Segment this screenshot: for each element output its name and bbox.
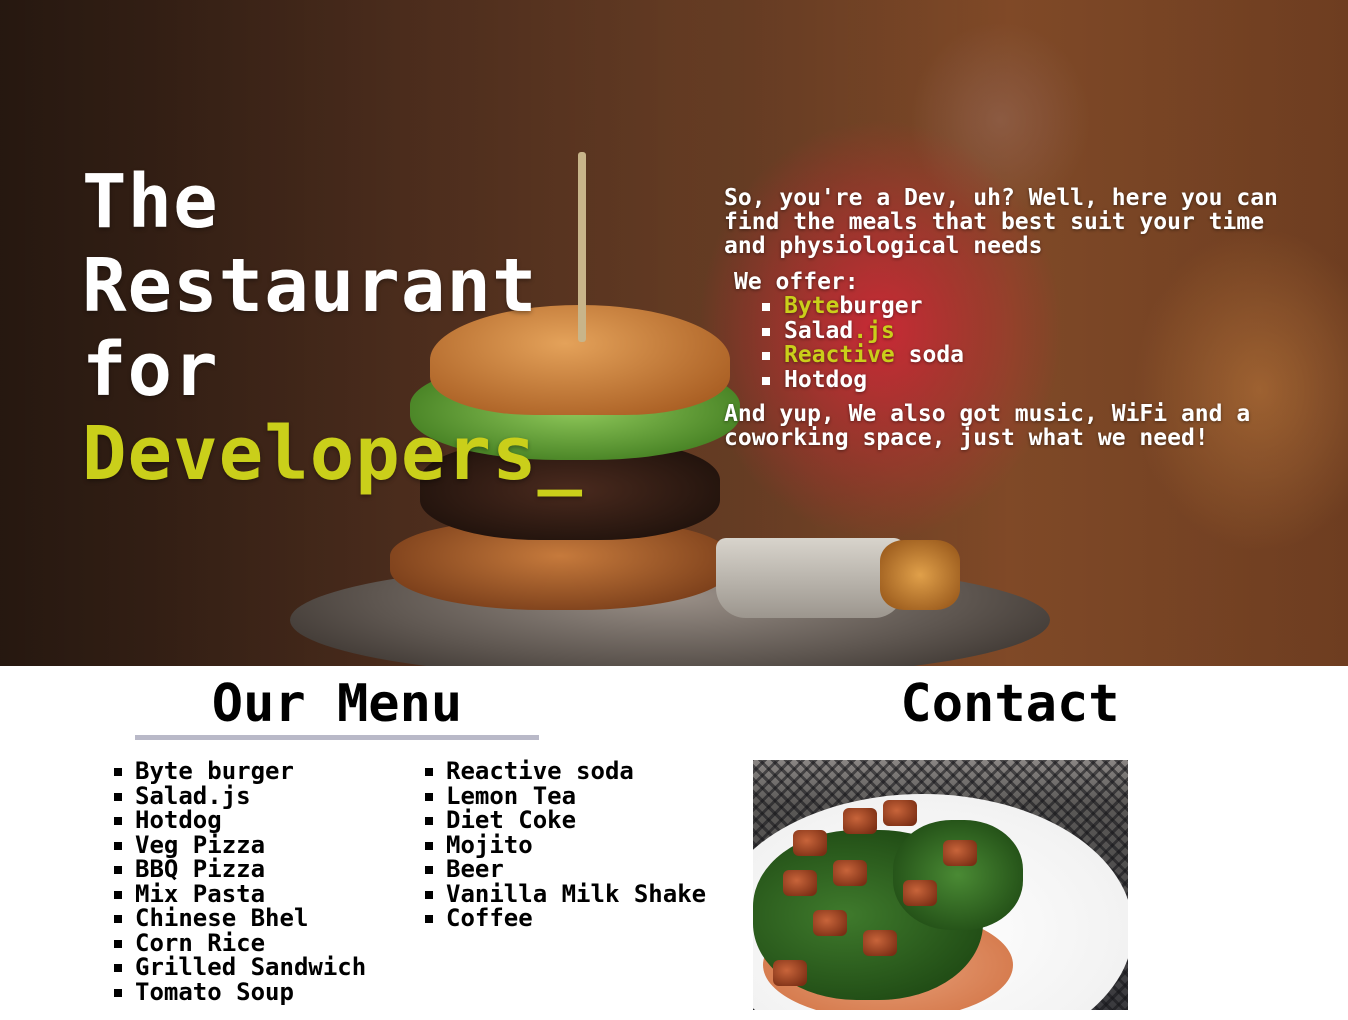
- square-bullet-icon: [114, 768, 122, 776]
- square-bullet-icon: [114, 939, 122, 948]
- chicken-piece: [773, 960, 807, 986]
- menu-item: Mix Pasta: [112, 881, 366, 907]
- square-bullet-icon: [114, 915, 122, 923]
- chicken-piece: [793, 830, 827, 856]
- offer-highlight: Reactive: [784, 342, 895, 368]
- hero-info: So, you're a Dev, uh? Well, here you can…: [724, 186, 1284, 450]
- fries: [880, 540, 960, 610]
- menu-item: Hotdog: [112, 808, 366, 833]
- chicken-piece: [883, 800, 917, 826]
- offer-item: Hotdog: [762, 366, 1284, 393]
- hero-title-accent: Developers_: [82, 411, 584, 497]
- chicken-piece: [783, 870, 817, 896]
- square-bullet-icon: [425, 890, 433, 899]
- square-bullet-icon: [114, 817, 122, 825]
- hero-title: The Restaurant for Developers_: [82, 160, 583, 496]
- menu-item: Coffee: [423, 906, 706, 931]
- offer-item: Byteburger: [762, 294, 1284, 319]
- hero-title-line: The: [82, 159, 219, 245]
- square-bullet-icon: [114, 792, 122, 801]
- menu-list-column-1: Byte burger Salad.js Hotdog Veg Pizza BB…: [112, 759, 366, 1004]
- menu-item: Beer: [423, 857, 706, 882]
- square-bullet-icon: [425, 768, 433, 776]
- chicken-piece: [903, 880, 937, 906]
- hero-title-line: Restaurant: [82, 243, 538, 329]
- salad-photo: [753, 760, 1128, 1010]
- menu-item: Reactive soda: [423, 759, 706, 784]
- chicken-piece: [863, 930, 897, 956]
- menu-item: BBQ Pizza: [112, 857, 366, 882]
- menu-item: Byte burger: [112, 759, 366, 784]
- offer-text: Hotdog: [784, 366, 868, 393]
- offer-item: Reactive soda: [762, 343, 1284, 368]
- offer-item: Salad.js: [762, 317, 1284, 344]
- menu-item: Corn Rice: [112, 930, 366, 956]
- chicken-piece: [813, 910, 847, 936]
- square-bullet-icon: [425, 915, 433, 923]
- chicken-piece: [833, 860, 867, 886]
- menu-item: Chinese Bhel: [112, 906, 366, 931]
- offer-highlight: .js: [853, 317, 895, 344]
- hero-intro: So, you're a Dev, uh? Well, here you can…: [724, 185, 1278, 259]
- menu-item: Lemon Tea: [423, 783, 706, 809]
- square-bullet-icon: [762, 352, 770, 360]
- menu-item: Tomato Soup: [112, 977, 366, 1006]
- offer-text: burger: [839, 293, 923, 319]
- menu-divider: [135, 735, 539, 740]
- menu-item: Mojito: [423, 832, 706, 858]
- square-bullet-icon: [114, 866, 122, 874]
- offer-highlight: Byte: [784, 293, 840, 319]
- hero-title-line: for: [82, 327, 219, 413]
- hero-section: The Restaurant for Developers_ So, you'r…: [0, 0, 1348, 666]
- menu-heading: Our Menu: [211, 674, 463, 734]
- offer-text: Salad: [784, 317, 854, 344]
- offer-title: We offer:: [734, 269, 859, 295]
- square-bullet-icon: [425, 817, 433, 825]
- menu-item: Grilled Sandwich: [112, 955, 366, 980]
- menu-list-column-2: Reactive soda Lemon Tea Diet Coke Mojito…: [423, 759, 706, 931]
- square-bullet-icon: [114, 890, 122, 899]
- square-bullet-icon: [425, 792, 433, 801]
- chicken-piece: [943, 840, 977, 866]
- menu-item: Vanilla Milk Shake: [423, 881, 706, 907]
- square-bullet-icon: [425, 841, 433, 850]
- square-bullet-icon: [762, 327, 770, 336]
- contact-heading: Contact: [900, 674, 1120, 734]
- spinach-greens: [893, 820, 1023, 930]
- menu-item-label: Coffee: [446, 904, 533, 932]
- sauce-ramekin: [716, 538, 904, 618]
- chicken-piece: [843, 808, 877, 834]
- square-bullet-icon: [425, 866, 433, 874]
- square-bullet-icon: [762, 303, 770, 311]
- square-bullet-icon: [114, 964, 122, 972]
- square-bullet-icon: [762, 376, 770, 385]
- square-bullet-icon: [114, 988, 122, 997]
- hero-outro: And yup, We also got music, WiFi and a c…: [724, 401, 1251, 451]
- offer-text: soda: [894, 342, 965, 368]
- menu-item: Salad.js: [112, 783, 366, 809]
- menu-item-label: Tomato Soup: [135, 977, 294, 1006]
- menu-item: Diet Coke: [423, 808, 706, 833]
- menu-item: Veg Pizza: [112, 832, 366, 858]
- square-bullet-icon: [114, 841, 122, 850]
- offer-list: Byteburger Salad.js Reactive soda Hotdog: [724, 294, 1284, 392]
